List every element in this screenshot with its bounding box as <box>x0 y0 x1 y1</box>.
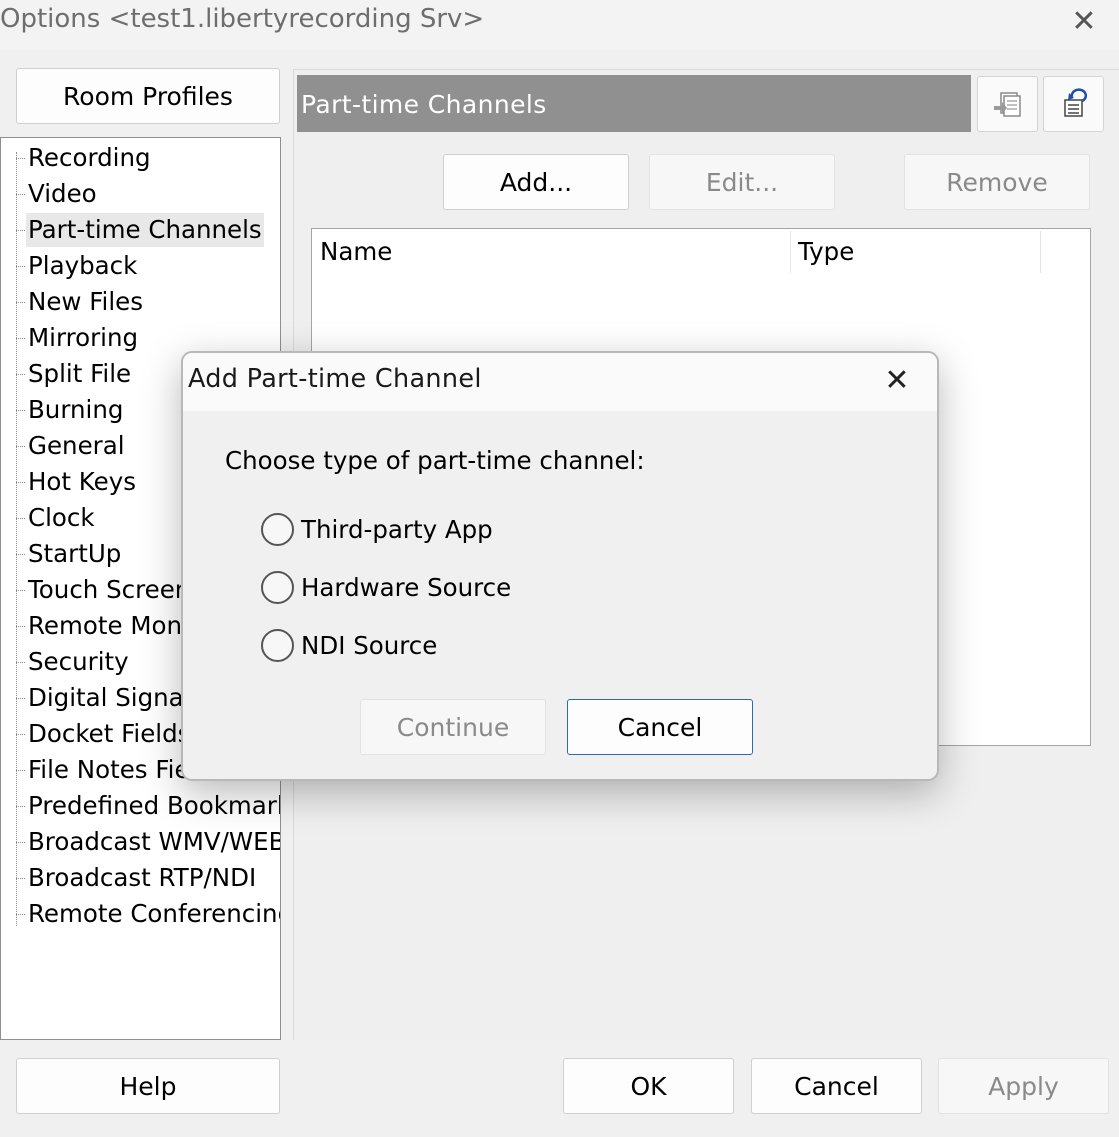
tree-item-docket-fields[interactable]: Docket Fields <box>15 717 192 751</box>
ok-button[interactable]: OK <box>563 1058 734 1114</box>
radio-third-party-app[interactable]: Third-party App <box>261 509 493 549</box>
tree-item-burning[interactable]: Burning <box>15 393 125 427</box>
add-button[interactable]: Add... <box>443 154 629 210</box>
title-bar: Options <test1.libertyrecording Srv> ✕ <box>0 0 1119 50</box>
continue-button[interactable]: Continue <box>360 699 546 755</box>
dialog-prompt: Choose type of part-time channel: <box>225 446 645 475</box>
radio-hardware-source[interactable]: Hardware Source <box>261 567 511 607</box>
radio-label[interactable]: NDI Source <box>301 631 437 660</box>
section-header: Part-time Channels <box>297 75 971 132</box>
tree-connector-line <box>16 152 17 926</box>
tree-item-security[interactable]: Security <box>16 645 131 679</box>
cancel-button[interactable]: Cancel <box>751 1058 922 1114</box>
close-icon[interactable]: ✕ <box>1062 2 1106 42</box>
dialog-title: Add Part-time Channel <box>188 364 482 394</box>
column-divider[interactable] <box>1040 231 1041 273</box>
radio-label[interactable]: Third-party App <box>301 515 493 544</box>
radio-label[interactable]: Hardware Source <box>301 573 511 602</box>
tree-item-recording[interactable]: Recording <box>16 141 153 175</box>
tree-item-mirroring[interactable]: Mirroring <box>15 321 140 355</box>
tree-item-broadcast-rtp-ndi[interactable]: Broadcast RTP/NDI <box>15 861 258 895</box>
tree-item-general[interactable]: General <box>16 429 127 463</box>
add-part-time-channel-dialog: Add Part-time Channel ✕ Choose type of p… <box>181 351 939 781</box>
tree-item-predefined-bookmarks[interactable]: Predefined Bookmarks <box>16 789 280 823</box>
restore-button[interactable] <box>1043 76 1104 132</box>
tree-item-split-file[interactable]: Split File <box>15 357 133 391</box>
tree-item-startup[interactable]: StartUp <box>15 537 123 571</box>
radio-ndi-source[interactable]: NDI Source <box>261 625 437 665</box>
tree-item-new-files[interactable]: New Files <box>16 285 145 319</box>
tree-item-clock[interactable]: Clock <box>16 501 97 535</box>
tree-item-touch-screen[interactable]: Touch Screen <box>15 573 192 607</box>
room-profiles-button[interactable]: Room Profiles <box>16 68 280 124</box>
radio-button-icon[interactable] <box>261 628 294 662</box>
tree-item-part-time-channels[interactable]: Part-time Channels <box>16 213 264 247</box>
tree-item-video[interactable]: Video <box>16 177 99 211</box>
apply-button[interactable]: Apply <box>938 1058 1109 1114</box>
column-divider[interactable] <box>790 231 791 273</box>
restore-icon <box>1063 88 1087 117</box>
tree-item-broadcast-wmv-web[interactable]: Broadcast WMV/WEB <box>15 825 280 859</box>
radio-button-icon[interactable] <box>261 512 294 546</box>
column-header-type[interactable]: Type <box>798 237 854 266</box>
window-title: Options <test1.libertyrecording Srv> <box>0 4 485 34</box>
tree-item-hot-keys[interactable]: Hot Keys <box>16 465 138 499</box>
edit-button[interactable]: Edit... <box>649 154 835 210</box>
dialog-title-bar: Add Part-time Channel ✕ <box>183 353 937 411</box>
remove-button[interactable]: Remove <box>904 154 1090 210</box>
tree-item-playback[interactable]: Playback <box>15 249 139 283</box>
close-icon[interactable]: ✕ <box>877 361 917 401</box>
import-icon <box>993 92 1021 117</box>
help-button[interactable]: Help <box>16 1058 280 1114</box>
import-button[interactable] <box>977 76 1038 132</box>
dialog-cancel-button[interactable]: Cancel <box>567 699 753 755</box>
column-header-name[interactable]: Name <box>320 237 392 266</box>
radio-button-icon[interactable] <box>261 570 294 604</box>
tree-item-remote-conferencing[interactable]: Remote Conferencing <box>15 897 280 931</box>
